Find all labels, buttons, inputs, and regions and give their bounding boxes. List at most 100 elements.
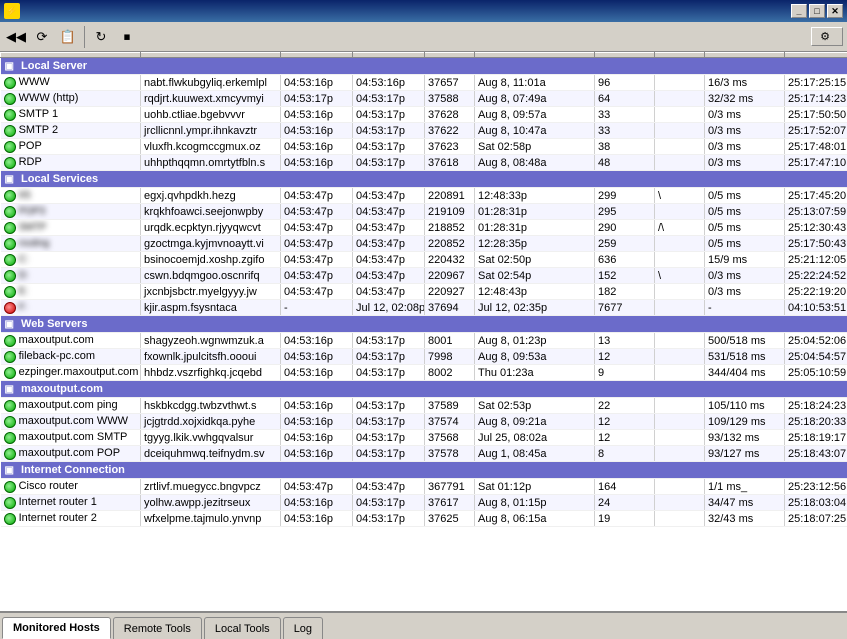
host-name: Cisco router	[19, 480, 78, 492]
configuration-button[interactable]: ⚙	[811, 27, 843, 46]
status-indicator	[4, 238, 16, 250]
cell-notes	[655, 349, 705, 365]
cell-lastcheck: 04:53:16p	[281, 446, 353, 462]
table-row[interactable]: E: jxcnbjsbctr.myelgyyy.jw 04:53:47p 04:…	[1, 284, 847, 300]
table-row[interactable]: POP vluxfh.kcogmccgmux.oz 04:53:16p 04:5…	[1, 139, 847, 155]
col-header-lastcheck[interactable]	[281, 53, 353, 58]
back-button[interactable]: ◀◀	[4, 25, 28, 49]
cell-lastsucc: 04:53:47p	[353, 479, 425, 495]
cell-lastcheck: 04:53:47p	[281, 252, 353, 268]
collapse-icon[interactable]: ▣	[5, 465, 14, 476]
group-header: ▣ maxoutput.com	[1, 381, 847, 398]
col-header-lastsucc[interactable]	[353, 53, 425, 58]
table-row[interactable]: SMTP 1 uohb.ctliae.bgebvvvr 04:53:16p 04…	[1, 107, 847, 123]
host-name: RDP	[19, 156, 42, 168]
minimize-button[interactable]: _	[791, 4, 807, 18]
cell-lastavg: 0/5 ms	[705, 236, 785, 252]
cell-address: krqkhfoawci.seejonwpby	[141, 204, 281, 220]
cell-address: uhhpthqqmn.omrtytfbln.s	[141, 155, 281, 171]
table-row[interactable]: SMTP urqdk.ecpktyn.rjyyqwcvt 04:53:47p 0…	[1, 220, 847, 236]
col-header-address[interactable]	[141, 53, 281, 58]
table-row[interactable]: maxoutput.com shagyzeoh.wgnwmzuk.a 04:53…	[1, 333, 847, 349]
table-row[interactable]: maxoutput.com WWW jcjgtrdd.xojxidkqa.pyh…	[1, 414, 847, 430]
collapse-icon[interactable]: ▣	[5, 174, 14, 185]
document-button[interactable]: 📋	[56, 25, 80, 49]
cell-lastsucc: 04:53:17p	[353, 91, 425, 107]
cell-lastcheck: 04:53:16p	[281, 139, 353, 155]
host-name: C:	[19, 254, 29, 265]
cell-notes	[655, 155, 705, 171]
cell-failures: 22	[595, 398, 655, 414]
cell-uptime: 25:18:24:23	[785, 398, 847, 414]
cell-notes	[655, 446, 705, 462]
cell-succ: 8001	[425, 333, 475, 349]
cell-lastsucc: 04:53:47p	[353, 220, 425, 236]
table-row[interactable]: SMTP 2 jrcllicnnl.ympr.ihnkavztr 04:53:1…	[1, 123, 847, 139]
maximize-button[interactable]: □	[809, 4, 825, 18]
group-header-label: ▣ maxoutput.com	[1, 381, 847, 398]
cell-notes: \	[655, 268, 705, 284]
cell-host: IIS	[1, 188, 141, 204]
cell-address: gzoctmga.kyjmvnoaytt.vi	[141, 236, 281, 252]
table-row[interactable]: Cisco router zrtlivf.muegycc.bngvpcz 04:…	[1, 479, 847, 495]
collapse-icon[interactable]: ▣	[5, 384, 14, 395]
col-header-uptime[interactable]	[785, 53, 847, 58]
table-row[interactable]: D: cswn.bdqmgoo.oscnrifq 04:53:47p 04:53…	[1, 268, 847, 284]
cell-uptime: 25:17:25:15	[785, 75, 847, 91]
status-indicator	[4, 270, 16, 282]
table-row[interactable]: Internet router 2 wfxelpme.tajmulo.ynvnp…	[1, 511, 847, 527]
cell-host: RDP	[1, 155, 141, 171]
table-row[interactable]: WWW (http) rqdjrt.kuuwext.xmcyvmyi 04:53…	[1, 91, 847, 107]
col-header-host[interactable]	[1, 53, 141, 58]
refresh-button[interactable]: ⟳	[30, 25, 54, 49]
tab-log[interactable]: Log	[283, 617, 323, 639]
table-row[interactable]: fileback-pc.com fxownlk.jpulcitsfh.oooui…	[1, 349, 847, 365]
group-header: ▣ Local Services	[1, 171, 847, 188]
cell-failures: 64	[595, 91, 655, 107]
cell-succ: 37589	[425, 398, 475, 414]
tab-remote-tools[interactable]: Remote Tools	[113, 617, 202, 639]
table-row[interactable]: IIS egxj.qvhpdkh.hezg 04:53:47p 04:53:47…	[1, 188, 847, 204]
cell-notes	[655, 300, 705, 316]
table-row[interactable]: POP3 krqkhfoawci.seejonwpby 04:53:47p 04…	[1, 204, 847, 220]
collapse-icon[interactable]: ▣	[5, 319, 14, 330]
cell-failures: 152	[595, 268, 655, 284]
cell-lastfailure: Sat 01:12p	[475, 479, 595, 495]
tab-monitored-hosts[interactable]: Monitored Hosts	[2, 617, 111, 639]
col-header-notes[interactable]	[655, 53, 705, 58]
table-row[interactable]: maxoutput.com POP dceiquhmwq.teifnydm.sv…	[1, 446, 847, 462]
cell-lastavg: 344/404 ms	[705, 365, 785, 381]
cell-failures: 290	[595, 220, 655, 236]
status-indicator	[4, 335, 16, 347]
group-header: ▣ Local Server	[1, 58, 847, 75]
close-button[interactable]: ✕	[827, 4, 843, 18]
cell-notes	[655, 236, 705, 252]
cell-notes	[655, 430, 705, 446]
col-header-succ[interactable]	[425, 53, 475, 58]
table-row[interactable]: F: kjir.aspm.fsysntaca - Jul 12, 02:08p …	[1, 300, 847, 316]
cell-failures: 48	[595, 155, 655, 171]
table-row[interactable]: maxoutput.com SMTP tgyyg.lkik.vwhgqvalsu…	[1, 430, 847, 446]
table-row[interactable]: RDP uhhpthqqmn.omrtytfbln.s 04:53:16p 04…	[1, 155, 847, 171]
hosts-table-container[interactable]: ▣ Local Server WWW nabt.flwkubgyliq.erke…	[0, 52, 847, 611]
cell-host: SMTP	[1, 220, 141, 236]
col-header-lastfailure[interactable]	[475, 53, 595, 58]
collapse-icon[interactable]: ▣	[5, 61, 14, 72]
col-header-failures[interactable]	[595, 53, 655, 58]
cell-address: vluxfh.kcogmccgmux.oz	[141, 139, 281, 155]
col-header-lastavg[interactable]	[705, 53, 785, 58]
sync-button[interactable]: ↻	[89, 25, 113, 49]
host-name: ezpinger.maxoutput.com	[19, 366, 139, 378]
host-name: maxoutput.com WWW	[19, 415, 128, 427]
cell-address: uohb.ctliae.bgebvvvr	[141, 107, 281, 123]
tab-local-tools[interactable]: Local Tools	[204, 617, 281, 639]
stop-button[interactable]: ⏹	[115, 25, 139, 49]
table-row[interactable]: ezpinger.maxoutput.com hhbdz.vszrfighkq.…	[1, 365, 847, 381]
table-row[interactable]: Internet router 1 yolhw.awpp.jezitrseux …	[1, 495, 847, 511]
cell-address: nabt.flwkubgyliq.erkemlpl	[141, 75, 281, 91]
table-row[interactable]: maxoutput.com ping hskbkcdgg.twbzvthwt.s…	[1, 398, 847, 414]
table-row[interactable]: WWW nabt.flwkubgyliq.erkemlpl 04:53:16p …	[1, 75, 847, 91]
table-row[interactable]: C: bsinocoemjd.xoshp.zgifo 04:53:47p 04:…	[1, 252, 847, 268]
host-name: WWW	[19, 76, 50, 88]
table-row[interactable]: routing gzoctmga.kyjmvnoaytt.vi 04:53:47…	[1, 236, 847, 252]
